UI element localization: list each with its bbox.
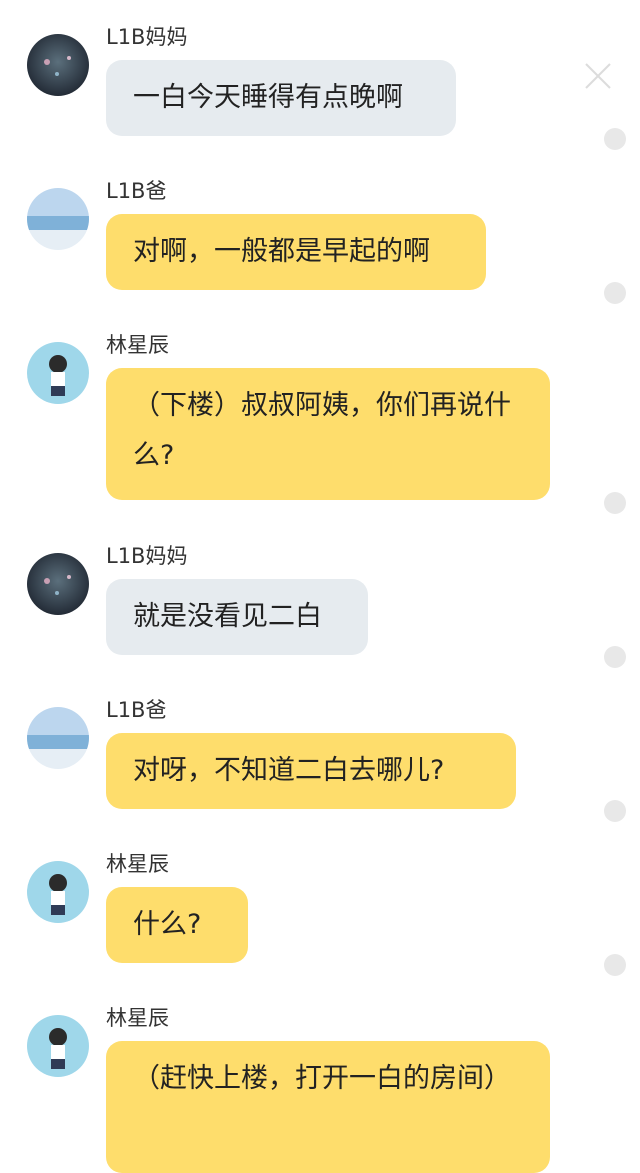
side-dot[interactable] [604, 492, 626, 514]
sender-name: L1B妈妈 [106, 544, 188, 568]
sender-name: L1B爸 [106, 179, 167, 203]
message-bubble[interactable]: 就是没看见二白 [106, 579, 368, 655]
side-dot[interactable] [604, 954, 626, 976]
sender-name: L1B爸 [106, 698, 167, 722]
close-icon[interactable] [578, 56, 618, 96]
message-bubble[interactable]: 对啊，一般都是早起的啊 [106, 214, 486, 290]
side-dot[interactable] [604, 282, 626, 304]
message-bubble[interactable]: （赶快上楼，打开一白的房间） [106, 1041, 550, 1173]
side-dot[interactable] [604, 128, 626, 150]
avatar[interactable] [27, 342, 89, 404]
avatar[interactable] [27, 553, 89, 615]
avatar[interactable] [27, 188, 89, 250]
avatar[interactable] [27, 1015, 89, 1077]
sender-name: 林星辰 [106, 333, 169, 357]
avatar[interactable] [27, 861, 89, 923]
side-dot[interactable] [604, 800, 626, 822]
avatar[interactable] [27, 34, 89, 96]
sender-name: 林星辰 [106, 852, 169, 876]
sender-name: L1B妈妈 [106, 25, 188, 49]
message-bubble[interactable]: 一白今天睡得有点晚啊 [106, 60, 456, 136]
message-bubble[interactable]: （下楼）叔叔阿姨，你们再说什么? [106, 368, 550, 500]
avatar[interactable] [27, 707, 89, 769]
message-bubble[interactable]: 对呀，不知道二白去哪儿? [106, 733, 516, 809]
sender-name: 林星辰 [106, 1006, 169, 1030]
message-bubble[interactable]: 什么? [106, 887, 248, 963]
side-dot[interactable] [604, 646, 626, 668]
